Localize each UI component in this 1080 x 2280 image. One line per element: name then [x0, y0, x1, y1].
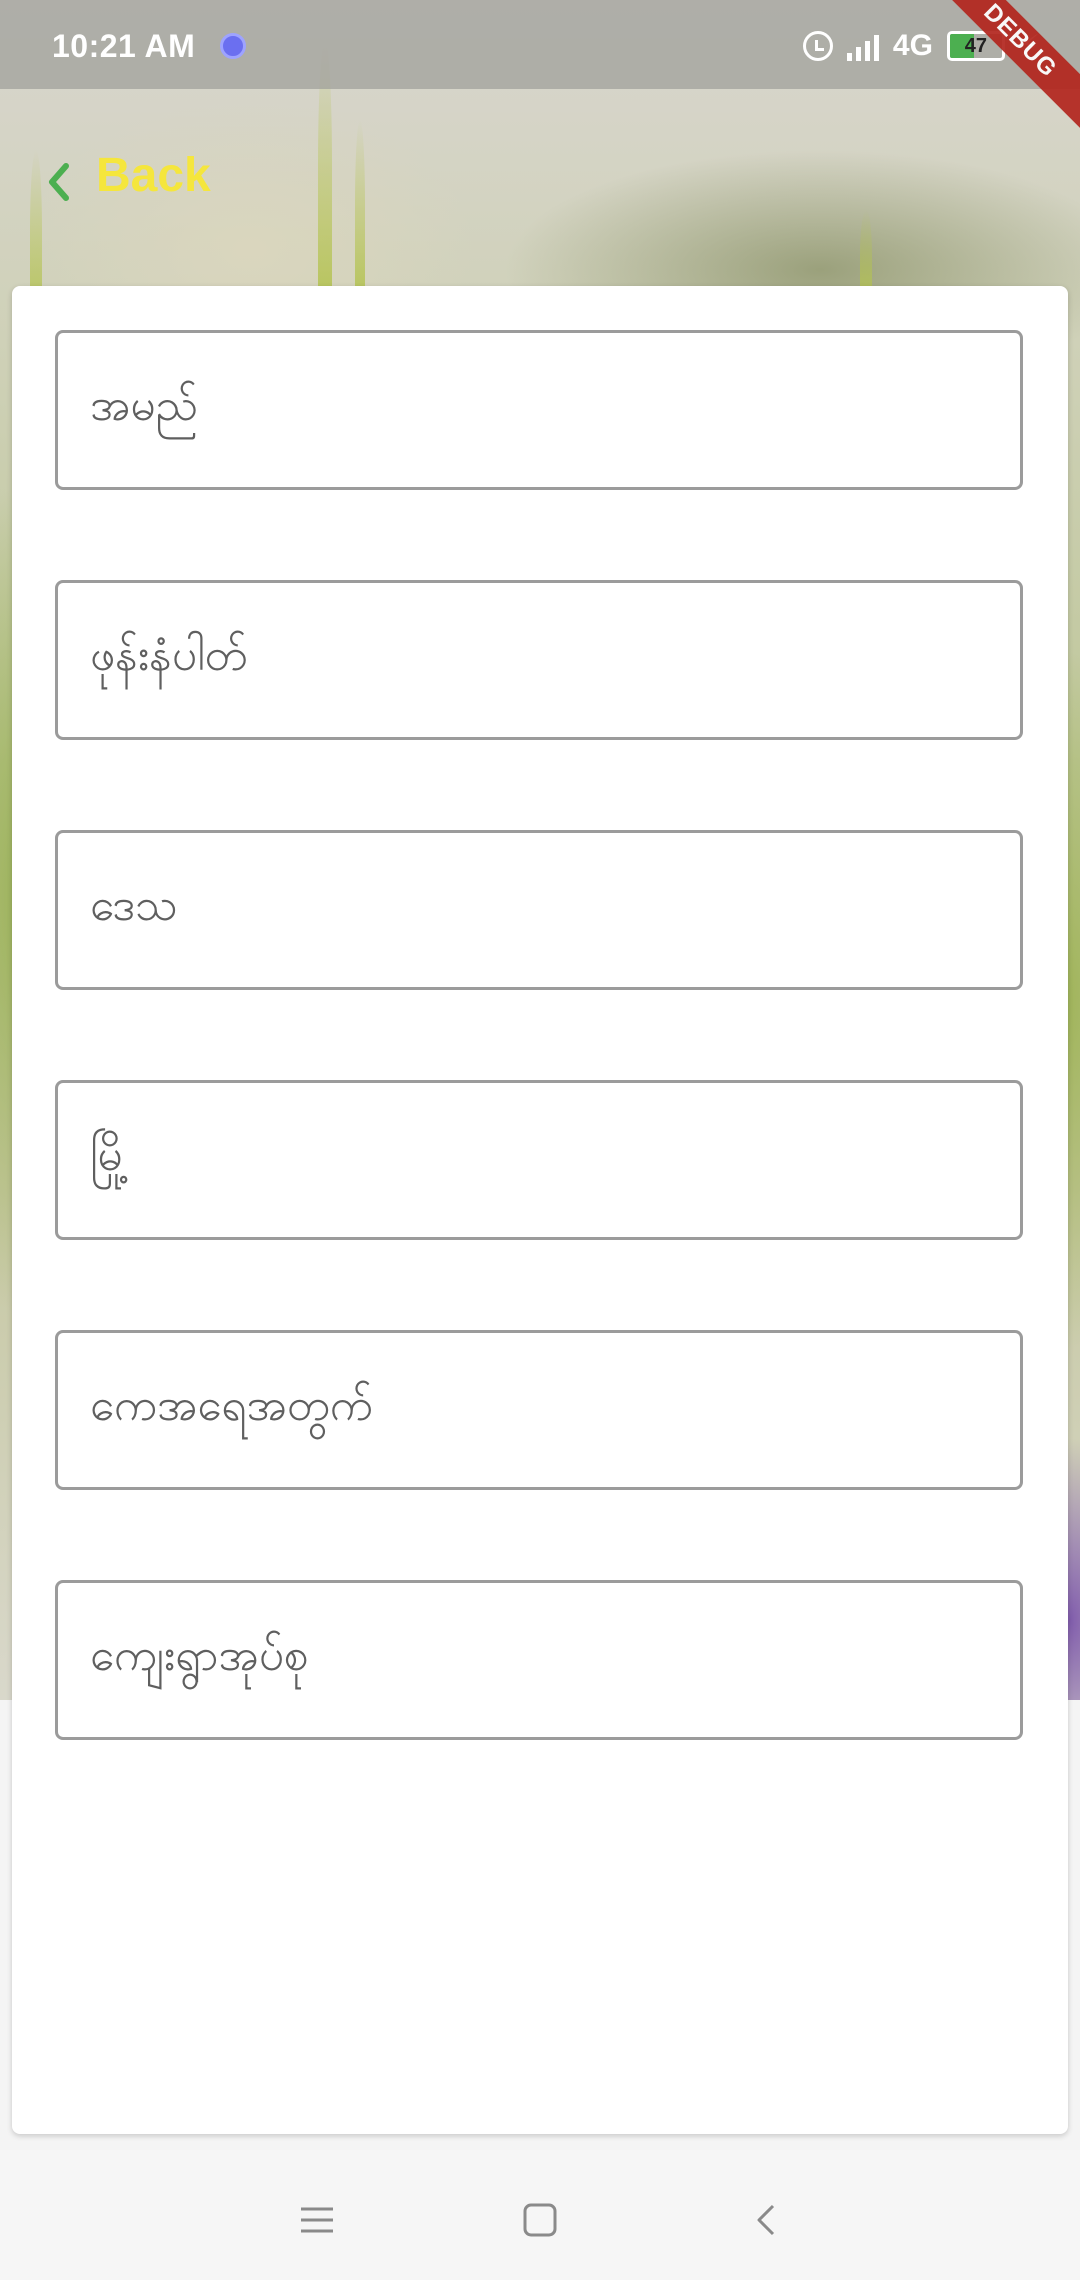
status-bar: 10:21 AM 4G 47 ⚡	[0, 0, 1080, 89]
menu-icon[interactable]	[277, 2180, 357, 2260]
phone-field[interactable]: ဖုန်းနံပါတ်	[55, 580, 1023, 740]
region-field-label: ဒေသ	[90, 880, 178, 931]
alarm-icon	[802, 31, 833, 61]
back-button[interactable]: Back	[46, 140, 211, 210]
phone-field-label: ဖုန်းနံပါတ်	[90, 630, 248, 681]
battery-level: 47	[964, 35, 988, 57]
village-group-field-label: ကျေးရွာအုပ်စု	[90, 1630, 309, 1681]
signal-icon	[846, 31, 879, 61]
form-card: အမည် ဖုန်းနံပါတ် ဒေသ မြို့ ကေအရေအတွက် ကျ…	[12, 286, 1068, 2134]
name-field-label: အမည်	[90, 380, 199, 431]
home-square-icon[interactable]	[500, 2180, 580, 2260]
back-label: Back	[96, 148, 211, 202]
network-type: 4G	[892, 29, 933, 62]
navigation-bar	[0, 2150, 1080, 2280]
back-arrow-icon[interactable]	[727, 2180, 807, 2260]
village-group-field[interactable]: ကျေးရွာအုပ်စု	[55, 1580, 1023, 1740]
city-field-label: မြို့	[90, 1130, 130, 1181]
name-field[interactable]: အမည်	[55, 330, 1023, 490]
region-field[interactable]: ဒေသ	[55, 830, 1023, 990]
city-field[interactable]: မြို့	[55, 1080, 1023, 1240]
status-time: 10:21 AM	[52, 28, 196, 64]
notification-icon	[220, 33, 246, 59]
chevron-left-icon	[46, 162, 72, 201]
village-tract-field[interactable]: ကေအရေအတွက်	[55, 1330, 1023, 1490]
village-tract-field-label: ကေအရေအတွက်	[90, 1380, 373, 1431]
